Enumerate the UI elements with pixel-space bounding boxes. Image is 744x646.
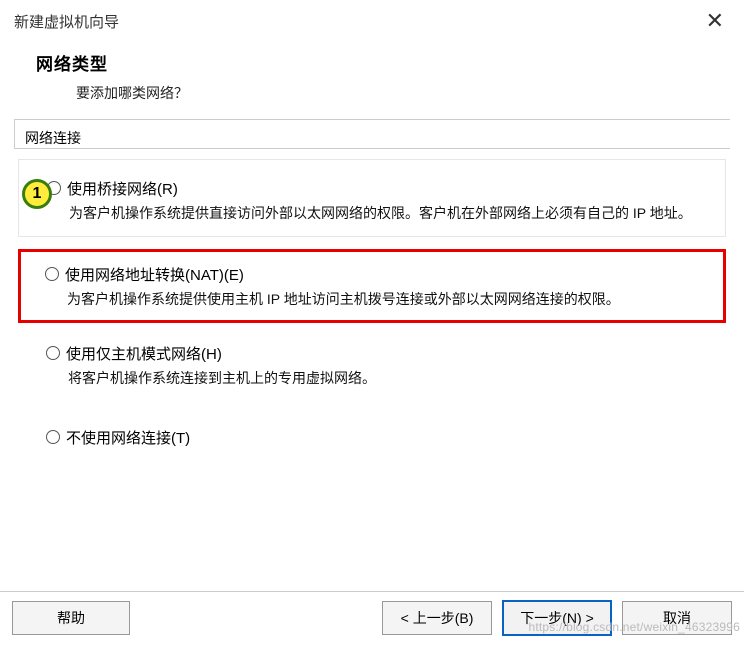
option-bridged[interactable]: 使用桥接网络(R) 为客户机操作系统提供直接访问外部以太网网络的权限。客户机在外… bbox=[18, 159, 726, 237]
titlebar: 新建虚拟机向导 ✕ bbox=[0, 0, 744, 38]
option-nat[interactable]: 使用网络地址转换(NAT)(E) 为客户机操作系统提供使用主机 IP 地址访问主… bbox=[18, 249, 726, 323]
window-title: 新建虚拟机向导 bbox=[14, 11, 119, 32]
option-bridged-label: 使用桥接网络(R) bbox=[67, 178, 178, 199]
network-options: 1 使用桥接网络(R) 为客户机操作系统提供直接访问外部以太网网络的权限。客户机… bbox=[0, 159, 744, 460]
cancel-button[interactable]: 取消 bbox=[622, 601, 732, 635]
option-none-label: 不使用网络连接(T) bbox=[66, 427, 190, 448]
close-icon[interactable]: ✕ bbox=[700, 8, 730, 34]
option-nat-desc: 为客户机操作系统提供使用主机 IP 地址访问主机拨号连接或外部以太网网络连接的权… bbox=[45, 289, 713, 310]
section-label: 网络连接 bbox=[14, 119, 730, 149]
option-none[interactable]: 不使用网络连接(T) bbox=[18, 407, 726, 460]
radio-icon[interactable] bbox=[45, 267, 59, 281]
option-hostonly[interactable]: 使用仅主机模式网络(H) 将客户机操作系统连接到主机上的专用虚拟网络。 bbox=[18, 329, 726, 401]
help-button[interactable]: 帮助 bbox=[12, 601, 130, 635]
page-title: 网络类型 bbox=[36, 50, 744, 75]
option-hostonly-desc: 将客户机操作系统连接到主机上的专用虚拟网络。 bbox=[46, 368, 714, 389]
step-badge: 1 bbox=[22, 179, 52, 209]
wizard-footer: 帮助 < 上一步(B) 下一步(N) > 取消 bbox=[0, 591, 744, 646]
back-button[interactable]: < 上一步(B) bbox=[382, 601, 492, 635]
next-button[interactable]: 下一步(N) > bbox=[502, 600, 612, 636]
option-nat-label: 使用网络地址转换(NAT)(E) bbox=[65, 264, 244, 285]
option-hostonly-label: 使用仅主机模式网络(H) bbox=[66, 343, 222, 364]
radio-icon[interactable] bbox=[46, 346, 60, 360]
option-bridged-desc: 为客户机操作系统提供直接访问外部以太网网络的权限。客户机在外部网络上必须有自己的… bbox=[47, 203, 713, 224]
radio-icon[interactable] bbox=[46, 430, 60, 444]
wizard-header: 网络类型 要添加哪类网络？ bbox=[0, 38, 744, 111]
page-subtitle: 要添加哪类网络？ bbox=[76, 83, 744, 103]
